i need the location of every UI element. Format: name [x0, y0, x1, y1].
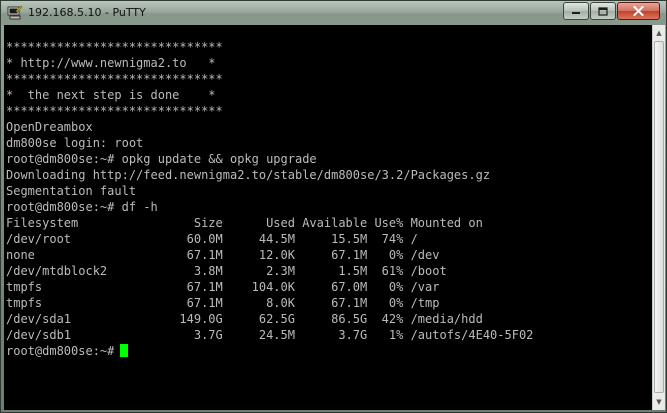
- terminal-line: /dev/root 60.0M 44.5M 15.5M 74% /: [6, 232, 418, 246]
- terminal-line: tmpfs 67.1M 104.0K 67.0M 0% /var: [6, 280, 440, 294]
- terminal-output: ****************************** * http://…: [6, 39, 533, 359]
- close-icon: [633, 6, 644, 16]
- terminal-line: ******************************: [6, 72, 223, 86]
- scroll-down-button[interactable]: ▼: [653, 395, 665, 409]
- terminal-line: OpenDreambox: [6, 120, 93, 134]
- terminal-line: /dev/mtdblock2 3.8M 2.3M 1.5M 61% /boot: [6, 264, 447, 278]
- minimize-icon: [572, 12, 580, 14]
- title-bar[interactable]: 192.168.5.10 - PuTTY: [1, 1, 666, 25]
- terminal-line: ******************************: [6, 40, 223, 54]
- scroll-down-icon: ▼: [656, 398, 662, 406]
- window-title: 192.168.5.10 - PuTTY: [28, 6, 146, 19]
- minimize-button[interactable]: [563, 2, 589, 20]
- text-cursor: [120, 344, 129, 357]
- putty-icon[interactable]: [7, 5, 23, 21]
- terminal-line: none 67.1M 12.0K 67.1M 0% /dev: [6, 248, 440, 262]
- terminal-line: root@dm800se:~# opkg update && opkg upgr…: [6, 152, 317, 166]
- terminal-line: ******************************: [6, 104, 223, 118]
- close-button[interactable]: [617, 2, 660, 20]
- terminal-line: tmpfs 67.1M 8.0K 67.1M 0% /tmp: [6, 296, 440, 310]
- terminal-line: Segmentation fault: [6, 184, 137, 198]
- terminal-line: * the next step is done *: [6, 88, 216, 102]
- caption-buttons: [562, 2, 660, 20]
- terminal-line: * http://www.newnigma2.to *: [6, 56, 216, 70]
- shell-prompt: root@dm800se:~#: [6, 344, 115, 358]
- terminal-line: dm800se login: root: [6, 136, 144, 150]
- putty-window: 192.168.5.10 - PuTTY *******************…: [0, 0, 667, 413]
- terminal-line: /dev/sdb1 3.7G 24.5M 3.7G 1% /autofs/4E4…: [6, 328, 534, 342]
- terminal-line: Downloading http://feed.newnigma2.to/sta…: [6, 168, 491, 182]
- maximize-button[interactable]: [590, 2, 616, 20]
- scrollbar-thumb[interactable]: [654, 41, 664, 393]
- scroll-up-button[interactable]: ▲: [653, 26, 665, 40]
- maximize-icon: [598, 6, 608, 16]
- terminal-screen[interactable]: ****************************** * http://…: [4, 25, 652, 410]
- terminal-line: root@dm800se:~# df -h: [6, 200, 158, 214]
- scroll-up-icon: ▲: [656, 29, 662, 37]
- terminal-line: Filesystem Size Used Available Use% Moun…: [6, 216, 483, 230]
- terminal-prompt-line[interactable]: root@dm800se:~#: [6, 343, 533, 359]
- vertical-scrollbar[interactable]: ▲ ▼: [652, 25, 665, 410]
- terminal-line: /dev/sda1 149.0G 62.5G 86.5G 42% /media/…: [6, 312, 483, 326]
